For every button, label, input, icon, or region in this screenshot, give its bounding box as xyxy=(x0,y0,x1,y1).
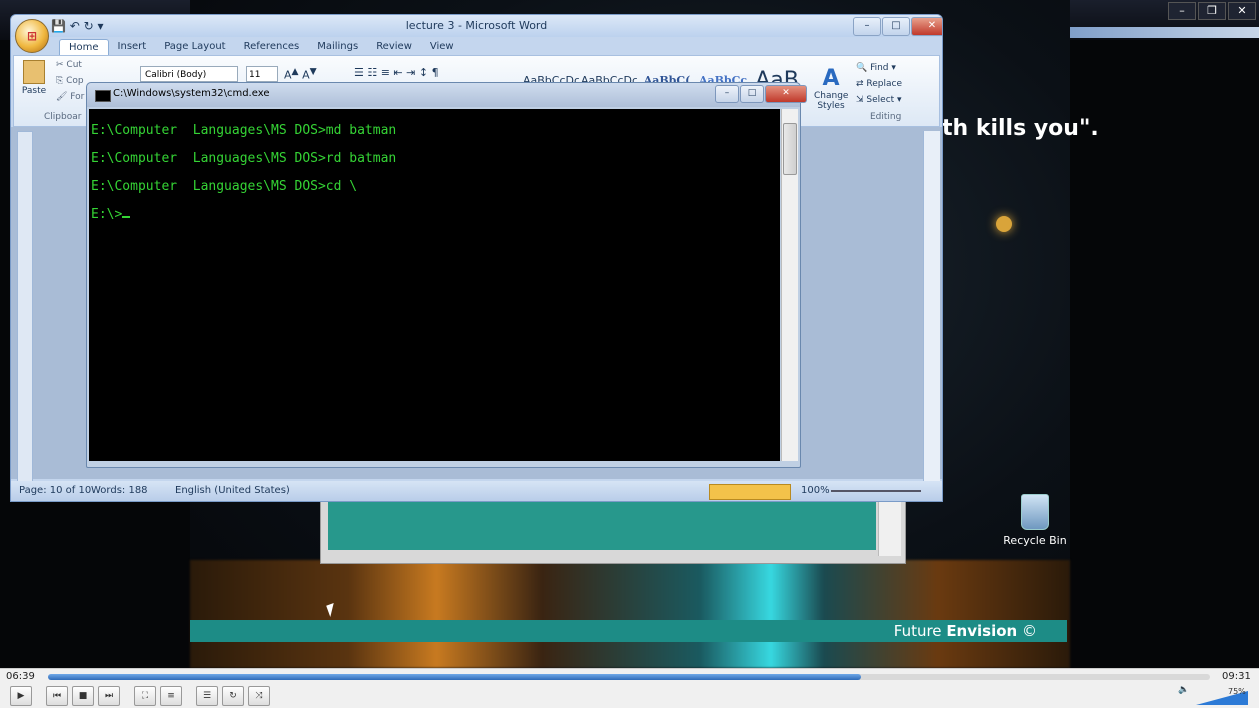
maximize-icon[interactable]: □ xyxy=(740,85,764,103)
recycle-bin-shortcut[interactable]: Recycle Bin xyxy=(1000,494,1070,547)
tab-home[interactable]: Home xyxy=(59,39,109,55)
total-time: 09:31 xyxy=(1222,671,1251,682)
status-language[interactable]: English (United States) xyxy=(175,485,290,496)
shuffle-icon[interactable]: ⤨ xyxy=(248,686,270,706)
stop-icon[interactable]: ■ xyxy=(72,686,94,706)
tab-page-layout[interactable]: Page Layout xyxy=(155,39,234,55)
view-buttons[interactable] xyxy=(709,484,791,500)
console-line: E:\Computer Languages\MS DOS>rd batman xyxy=(91,151,397,166)
cmd-window: C:\Windows\system32\cmd.exe – □ ✕ E:\Com… xyxy=(86,82,807,468)
cmd-window-controls: – □ ✕ xyxy=(715,85,807,103)
seek-progress xyxy=(48,674,862,680)
maximize-icon[interactable]: □ xyxy=(882,17,910,36)
replace-button[interactable]: ⇄ Replace xyxy=(856,76,902,92)
find-button[interactable]: 🔍 Find ▾ xyxy=(856,60,902,76)
zoom-slider[interactable] xyxy=(831,490,921,492)
console-prompt-line: E:\> xyxy=(91,207,131,222)
recycle-bin-label: Recycle Bin xyxy=(1003,534,1067,547)
font-name-select[interactable]: Calibri (Body) xyxy=(140,66,238,82)
console-icon xyxy=(95,90,111,102)
paste-button[interactable]: Paste xyxy=(20,60,48,106)
word-status-bar: Page: 10 of 10 Words: 188 English (Unite… xyxy=(11,481,942,501)
minimize-icon[interactable]: – xyxy=(1168,2,1196,20)
styles-a-icon: A xyxy=(822,66,840,91)
restore-icon[interactable]: ❐ xyxy=(1198,2,1226,20)
console-line: E:\Computer Languages\MS DOS>md batman xyxy=(91,123,397,138)
fullscreen-icon[interactable]: ⛶ xyxy=(134,686,156,706)
playlist-icon[interactable]: ☰ xyxy=(196,686,218,706)
font-size-select[interactable]: 11 xyxy=(246,66,278,82)
elapsed-time: 06:39 xyxy=(6,671,35,682)
volume-level: 75% xyxy=(1228,687,1246,696)
select-button[interactable]: ⇲ Select ▾ xyxy=(856,92,902,108)
speaker-icon[interactable]: 🔈 xyxy=(1178,685,1189,695)
paragraph-buttons[interactable]: ☰ ☷ ≡ ⇤ ⇥ ↕ ¶ xyxy=(354,66,439,79)
quote-text: th kills you". xyxy=(942,116,1099,141)
minimize-icon[interactable]: – xyxy=(853,17,881,36)
close-icon[interactable]: ✕ xyxy=(1228,2,1256,20)
close-icon[interactable]: ✕ xyxy=(765,85,807,103)
cmd-scrollbar[interactable] xyxy=(781,109,798,461)
editing-group: 🔍 Find ▾ ⇄ Replace ⇲ Select ▾ xyxy=(856,60,902,108)
word-window-controls: – □ ✕ xyxy=(853,17,942,36)
console-prompt: E:\> xyxy=(91,207,123,222)
console-line: E:\Computer Languages\MS DOS>cd \ xyxy=(91,179,358,194)
document-scrollbar[interactable] xyxy=(923,131,940,481)
close-icon[interactable]: ✕ xyxy=(911,17,942,36)
cmd-scroll-thumb[interactable] xyxy=(783,123,797,175)
recycle-bin-icon xyxy=(1021,494,1049,530)
console-output[interactable]: E:\Computer Languages\MS DOS>md batman E… xyxy=(89,109,780,461)
change-styles-button[interactable]: A Change Styles xyxy=(814,66,848,111)
vertical-ruler xyxy=(17,131,33,483)
tab-mailings[interactable]: Mailings xyxy=(308,39,367,55)
status-word-count[interactable]: Words: 188 xyxy=(91,485,148,496)
quick-access-toolbar[interactable]: 💾 ↶ ↻ ▾ xyxy=(51,19,104,33)
word-title-bar: lecture 3 - Microsoft Word xyxy=(11,15,942,37)
tab-insert[interactable]: Insert xyxy=(109,39,156,55)
cmd-window-title: C:\Windows\system32\cmd.exe xyxy=(113,88,270,99)
editing-group-label: Editing xyxy=(870,112,902,122)
brand-text: Future Envision © xyxy=(893,622,1037,640)
zoom-level[interactable]: 100% xyxy=(801,485,830,496)
cut-button[interactable]: ✂ Cut xyxy=(56,60,82,70)
grow-shrink-font-buttons[interactable]: A▲ A▼ xyxy=(284,66,317,82)
equalizer-icon[interactable]: ≡ xyxy=(160,686,182,706)
player-window-controls: – ❐ ✕ xyxy=(1168,2,1256,20)
brand-banner: Future Envision © xyxy=(190,620,1067,642)
media-player-controls: 06:39 09:31 ▶ ⏮ ■ ⏭ ⛶ ≡ ☰ ↻ ⤨ 🔈 75% xyxy=(0,668,1259,708)
clipboard-icon xyxy=(23,60,45,84)
minimize-icon[interactable]: – xyxy=(715,85,739,103)
street-lights xyxy=(190,560,1070,668)
next-icon[interactable]: ⏭ xyxy=(98,686,120,706)
previous-icon[interactable]: ⏮ xyxy=(46,686,68,706)
playback-buttons: ▶ ⏮ ■ ⏭ ⛶ ≡ ☰ ↻ ⤨ xyxy=(10,686,270,706)
seek-bar[interactable] xyxy=(48,674,1210,680)
play-icon[interactable]: ▶ xyxy=(10,686,32,706)
text-cursor xyxy=(122,216,131,218)
clipboard-group-label: Clipboar xyxy=(44,112,82,122)
light-bokeh xyxy=(996,216,1012,232)
tab-view[interactable]: View xyxy=(421,39,463,55)
tab-references[interactable]: References xyxy=(235,39,309,55)
copy-button[interactable]: ⎘ Cop xyxy=(56,76,84,86)
word-window-title: lecture 3 - Microsoft Word xyxy=(405,19,548,32)
ribbon-tabs: Home Insert Page Layout References Maili… xyxy=(59,39,463,55)
cmd-title-bar[interactable]: C:\Windows\system32\cmd.exe – □ ✕ xyxy=(87,83,807,107)
status-page[interactable]: Page: 10 of 10 xyxy=(19,485,91,496)
office-button[interactable]: ⊞ xyxy=(15,19,49,53)
tab-review[interactable]: Review xyxy=(367,39,421,55)
loop-icon[interactable]: ↻ xyxy=(222,686,244,706)
format-painter-button[interactable]: 🖌 For xyxy=(56,92,84,102)
